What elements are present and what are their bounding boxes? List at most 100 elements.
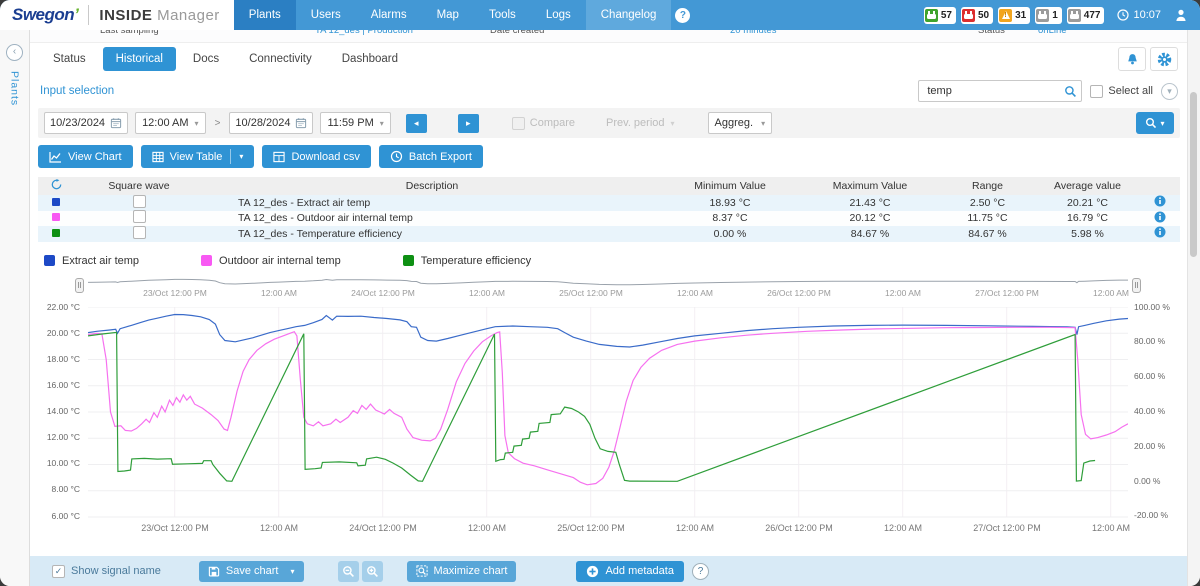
- navigator-left-handle[interactable]: [75, 278, 84, 293]
- y-axis-left-label: 20.00 °C: [47, 329, 80, 338]
- add-metadata-button[interactable]: Add metadata: [576, 561, 684, 582]
- page-scrollbar[interactable]: [1187, 30, 1200, 586]
- settings-button[interactable]: [1150, 47, 1178, 71]
- menu-item[interactable]: Plants: [234, 0, 296, 30]
- info-icon[interactable]: [1154, 195, 1166, 207]
- help-icon: ?: [675, 8, 690, 23]
- menu-item[interactable]: Logs: [531, 0, 586, 30]
- search-icon: [1145, 117, 1157, 129]
- info-icon[interactable]: [1154, 211, 1166, 223]
- legend-swatch: [44, 255, 55, 266]
- menu-item[interactable]: Alarms: [356, 0, 422, 30]
- aggregation-select[interactable]: Aggreg.▾: [708, 112, 773, 134]
- tab[interactable]: Dashboard: [329, 47, 411, 71]
- chart-navigator[interactable]: 23/Oct 12:00 PM12:00 AM24/Oct 12:00 PM12…: [30, 275, 1188, 305]
- chart-line-icon: [49, 151, 62, 163]
- product-title: INSIDE Manager: [99, 7, 219, 24]
- menu-item[interactable]: Changelog: [586, 0, 672, 30]
- y-axis-left-label: 6.00 °C: [52, 512, 80, 521]
- square-wave-checkbox[interactable]: [133, 210, 146, 223]
- apply-search-button[interactable]: ▾: [1136, 112, 1174, 134]
- user-menu[interactable]: [1174, 8, 1188, 22]
- plants-sidebar: ‹ Plants: [0, 30, 30, 586]
- square-wave-checkbox[interactable]: [133, 195, 146, 208]
- refresh-icon: [51, 179, 62, 190]
- sidebar-label-plants[interactable]: Plants: [9, 71, 21, 106]
- main-chart[interactable]: 22.00 °C20.00 °C18.00 °C16.00 °C14.00 °C…: [30, 307, 1188, 519]
- range-value: 2.50 °C: [940, 197, 1035, 209]
- status-badge[interactable]: 50: [961, 7, 993, 24]
- square-wave-checkbox[interactable]: [133, 226, 146, 239]
- avg-value: 20.21 °C: [1035, 197, 1140, 209]
- chevron-down-icon[interactable]: ▾: [239, 152, 243, 161]
- legend-item[interactable]: Extract air temp: [44, 255, 139, 267]
- table-row[interactable]: TA 12_des - Temperature efficiency 0.00 …: [38, 226, 1180, 242]
- menu-item[interactable]: Users: [296, 0, 356, 30]
- badge-icon: [925, 9, 938, 22]
- chart-help-button[interactable]: ?: [692, 563, 709, 580]
- legend-item[interactable]: Outdoor air internal temp: [201, 255, 341, 267]
- y-axis-right-label: 100.00 %: [1134, 303, 1170, 312]
- col-min: Minimum Value: [660, 180, 800, 192]
- show-signal-name-toggle[interactable]: Show signal name: [52, 565, 161, 578]
- logo-leaf-icon: ’: [74, 5, 78, 24]
- view-chart-button[interactable]: View Chart: [38, 145, 133, 168]
- signal-search[interactable]: [918, 80, 1082, 102]
- input-selection-title: Input selection: [40, 85, 114, 97]
- refresh-button[interactable]: [38, 179, 74, 193]
- signal-search-input[interactable]: [925, 84, 1064, 98]
- status-badge[interactable]: 1: [1035, 7, 1062, 24]
- search-icon[interactable]: [1064, 85, 1077, 98]
- csv-table-icon: [273, 151, 285, 163]
- clipped-text-fragment: Date created: [490, 30, 544, 36]
- previous-period-button[interactable]: ◂: [406, 114, 427, 133]
- legend-item[interactable]: Temperature efficiency: [403, 255, 531, 267]
- navigator-time-label: 25/Oct 12:00 PM: [539, 288, 643, 298]
- badge-icon: [1036, 9, 1049, 22]
- collapse-section-icon[interactable]: ▾: [1161, 83, 1178, 100]
- zoom-out-button[interactable]: [338, 561, 359, 582]
- menu-item[interactable]: Map: [422, 0, 474, 30]
- chevron-down-icon[interactable]: ▾: [290, 567, 294, 576]
- info-icon[interactable]: [1154, 226, 1166, 238]
- scrollbar-thumb[interactable]: [1190, 92, 1197, 257]
- tab[interactable]: Docs: [180, 47, 232, 71]
- calendar-icon[interactable]: [110, 117, 122, 129]
- download-csv-button[interactable]: Download csv: [262, 145, 370, 168]
- select-all-checkbox[interactable]: [1090, 85, 1103, 98]
- tab-bar: StatusHistoricalDocsConnectivityDashboar…: [30, 42, 1188, 76]
- tab[interactable]: Historical: [103, 47, 176, 71]
- calendar-icon[interactable]: [295, 117, 307, 129]
- max-value: 21.43 °C: [800, 197, 940, 209]
- batch-export-button[interactable]: Batch Export: [379, 145, 483, 168]
- tab[interactable]: Connectivity: [236, 47, 325, 71]
- next-period-button[interactable]: ▸: [458, 114, 479, 133]
- table-row[interactable]: TA 12_des - Extract air temp 18.93 °C 21…: [38, 195, 1180, 211]
- bell-icon: [1126, 53, 1139, 66]
- compare-checkbox[interactable]: [512, 117, 525, 130]
- status-badge[interactable]: 31: [998, 7, 1030, 24]
- chart-plot-area[interactable]: [88, 307, 1128, 519]
- show-signal-checkbox[interactable]: [52, 565, 65, 578]
- maximize-chart-button[interactable]: Maximize chart: [407, 561, 517, 582]
- time-from-select[interactable]: 12:00 AM▾: [135, 112, 206, 134]
- tab[interactable]: Status: [40, 47, 99, 71]
- status-badge[interactable]: 57: [924, 7, 956, 24]
- navigator-right-handle[interactable]: [1132, 278, 1141, 293]
- signal-description: TA 12_des - Temperature efficiency: [204, 228, 660, 240]
- menu-item[interactable]: Tools: [474, 0, 531, 30]
- time-to-select[interactable]: 11:59 PM▾: [320, 112, 390, 134]
- date-to-input[interactable]: 10/28/2024: [229, 112, 313, 134]
- view-table-button[interactable]: View Table ▾: [141, 145, 255, 168]
- legend-label: Outdoor air internal temp: [219, 255, 341, 267]
- date-from-input[interactable]: 10/23/2024: [44, 112, 128, 134]
- table-row[interactable]: TA 12_des - Outdoor air internal temp 8.…: [38, 211, 1180, 227]
- help-button[interactable]: ?: [675, 0, 690, 30]
- sidebar-expand-icon[interactable]: ‹: [6, 44, 23, 61]
- notifications-button[interactable]: [1118, 47, 1146, 71]
- zoom-in-button[interactable]: [362, 561, 383, 582]
- status-badge[interactable]: 477: [1067, 7, 1105, 24]
- x-axis-labels: 23/Oct 12:00 PM12:00 AM24/Oct 12:00 PM12…: [88, 523, 1163, 533]
- save-chart-button[interactable]: Save chart ▾: [199, 561, 304, 582]
- prev-period-select[interactable]: Prev. period▾: [606, 117, 675, 129]
